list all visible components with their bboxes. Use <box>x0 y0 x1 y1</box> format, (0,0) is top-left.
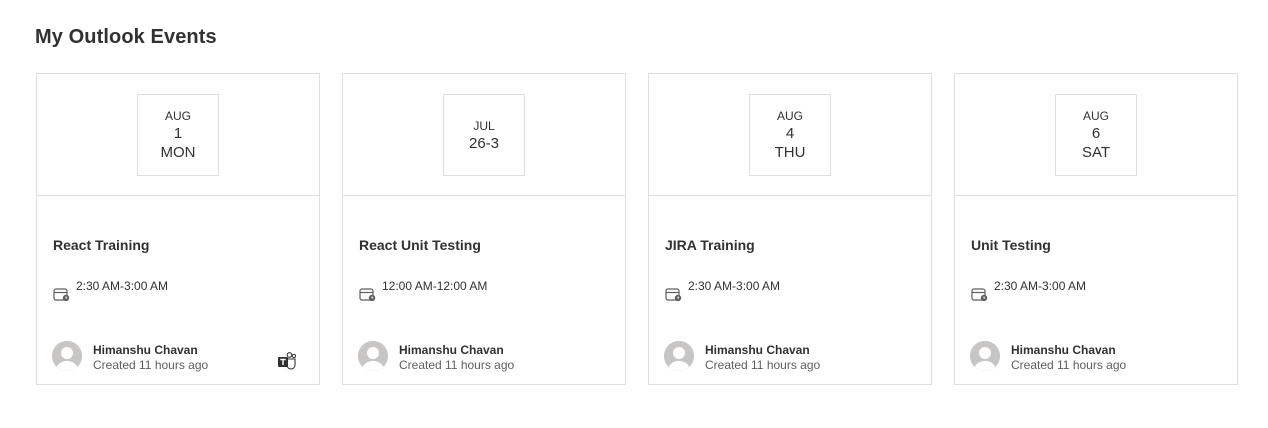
event-time: 2:30 AM-3:00 AM <box>688 279 781 293</box>
event-month: JUL <box>473 118 495 133</box>
created-time: Created 11 hours ago <box>705 358 821 372</box>
author-name: Himanshu Chavan <box>1011 343 1116 357</box>
created-time: Created 11 hours ago <box>1011 358 1127 372</box>
event-author: Himanshu Chavan Created 11 hours ago <box>970 339 1220 373</box>
events-list: AUG 1 MON React Training 2:30 AM-3:00 AM <box>36 73 1238 385</box>
event-time: 12:00 AM-12:00 AM <box>382 279 488 293</box>
event-day: 6 <box>1091 124 1101 142</box>
author-name: Himanshu Chavan <box>93 343 198 357</box>
created-time: Created 11 hours ago <box>399 358 515 372</box>
calendar-clock-icon <box>971 288 988 301</box>
event-title[interactable]: JIRA Training <box>665 237 755 253</box>
event-month: AUG <box>164 108 191 123</box>
event-author: Himanshu Chavan Created 11 hours ago <box>358 339 608 373</box>
event-date-box: AUG 6 SAT <box>1055 94 1137 176</box>
teams-icon[interactable] <box>277 351 297 371</box>
event-day: 1 <box>173 124 183 142</box>
author-name: Himanshu Chavan <box>705 343 810 357</box>
event-date-section: AUG 6 SAT <box>955 74 1237 196</box>
created-time: Created 11 hours ago <box>93 358 209 372</box>
event-time: 2:30 AM-3:00 AM <box>76 279 169 293</box>
event-author: Himanshu Chavan Created 11 hours ago <box>664 339 914 373</box>
event-card[interactable]: JUL 26-3 React Unit Testing 12:00 AM-12:… <box>342 73 626 385</box>
avatar <box>52 341 82 371</box>
event-weekday: SAT <box>1081 143 1111 161</box>
event-title[interactable]: React Training <box>53 237 149 253</box>
author-name: Himanshu Chavan <box>399 343 504 357</box>
avatar <box>358 341 388 371</box>
event-date-box: AUG 1 MON <box>137 94 219 176</box>
avatar <box>970 341 1000 371</box>
event-date-box: AUG 4 THU <box>749 94 831 176</box>
event-card[interactable]: AUG 6 SAT Unit Testing 2:30 AM-3:00 AM H… <box>954 73 1238 385</box>
event-date-section: AUG 1 MON <box>37 74 319 196</box>
event-date-box: JUL 26-3 <box>443 94 525 176</box>
event-day: 26-3 <box>468 134 500 152</box>
event-month: AUG <box>1082 108 1109 123</box>
event-weekday: THU <box>774 143 806 161</box>
event-date-section: AUG 4 THU <box>649 74 931 196</box>
event-day: 4 <box>785 124 795 142</box>
event-title[interactable]: Unit Testing <box>971 237 1051 253</box>
event-card[interactable]: AUG 4 THU JIRA Training 2:30 AM-3:00 AM <box>648 73 932 385</box>
event-date-section: JUL 26-3 <box>343 74 625 196</box>
event-card[interactable]: AUG 1 MON React Training 2:30 AM-3:00 AM <box>36 73 320 385</box>
event-month: AUG <box>776 108 803 123</box>
calendar-clock-icon <box>665 288 682 301</box>
event-author: Himanshu Chavan Created 11 hours ago <box>52 339 302 373</box>
event-time: 2:30 AM-3:00 AM <box>994 279 1087 293</box>
avatar <box>664 341 694 371</box>
event-title[interactable]: React Unit Testing <box>359 237 481 253</box>
event-weekday: MON <box>160 143 196 161</box>
page-title: My Outlook Events <box>35 26 217 48</box>
calendar-clock-icon <box>359 288 376 301</box>
calendar-clock-icon <box>53 288 70 301</box>
